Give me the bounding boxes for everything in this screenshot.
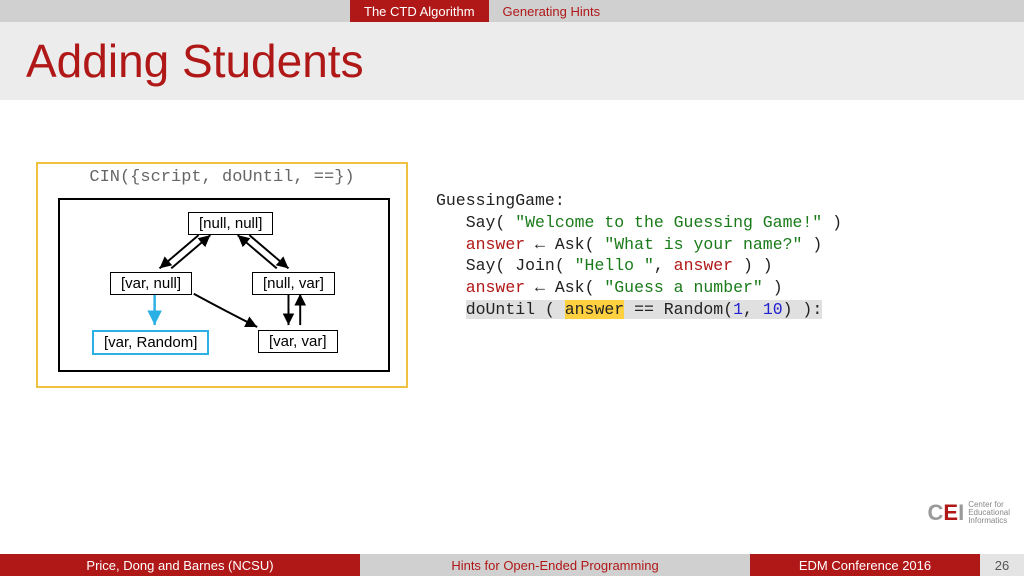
code-line-2: Say( "Welcome to the Guessing Game!" ) xyxy=(436,212,842,234)
cin-diagram: CIN({script, doUntil, ==}) xyxy=(36,162,408,388)
code-block: GuessingGame: Say( "Welcome to the Guess… xyxy=(436,190,842,321)
code-line-1: GuessingGame: xyxy=(436,190,842,212)
footer-conference: EDM Conference 2016 xyxy=(750,554,980,576)
cei-logo: CEI Center forEducationalInformatics xyxy=(927,500,1010,526)
footer-page-number: 26 xyxy=(980,554,1024,576)
code-line-4: Say( Join( "Hello ", answer ) ) xyxy=(436,255,842,277)
cin-header: CIN({script, doUntil, ==}) xyxy=(38,164,406,187)
logo-mark: CEI xyxy=(927,500,964,526)
code-line-6: doUntil ( answer == Random(1, 10) ): xyxy=(436,299,842,321)
slide-title: Adding Students xyxy=(26,34,364,88)
tab-ctd-algorithm: The CTD Algorithm xyxy=(350,0,489,22)
title-band: Adding Students xyxy=(0,22,1024,100)
node-null-var: [null, var] xyxy=(252,272,335,295)
node-var-null: [var, null] xyxy=(110,272,192,295)
logo-text: Center forEducationalInformatics xyxy=(968,501,1010,525)
node-var-random: [var, Random] xyxy=(92,330,209,355)
footer-authors: Price, Dong and Barnes (NCSU) xyxy=(0,554,360,576)
slide-content: CIN({script, doUntil, ==}) xyxy=(0,100,1024,554)
node-var-var: [var, var] xyxy=(258,330,338,353)
node-null-null: [null, null] xyxy=(188,212,273,235)
state-graph: [null, null] [var, null] [null, var] [va… xyxy=(58,198,390,372)
tab-generating-hints: Generating Hints xyxy=(489,0,615,22)
code-line-5: answer ← Ask( "Guess a number" ) xyxy=(436,277,842,299)
tab-spacer xyxy=(0,0,350,22)
section-tabs: The CTD Algorithm Generating Hints xyxy=(0,0,1024,22)
slide-footer: Price, Dong and Barnes (NCSU) Hints for … xyxy=(0,554,1024,576)
footer-title: Hints for Open-Ended Programming xyxy=(360,554,750,576)
code-line-3: answer ← Ask( "What is your name?" ) xyxy=(436,234,842,256)
